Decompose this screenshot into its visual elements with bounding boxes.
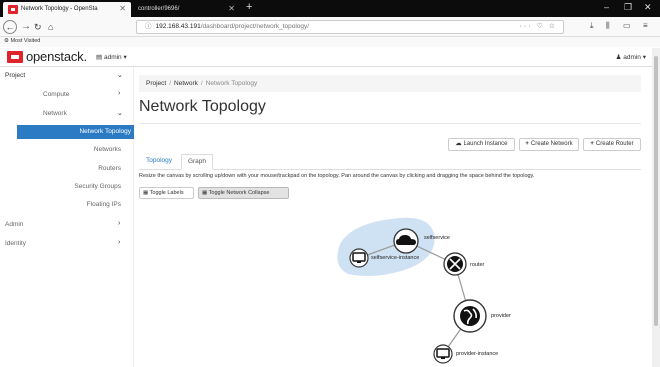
chevron-right-icon[interactable]: › — [118, 90, 120, 97]
browser-tab-active[interactable]: Network Topology - OpenSta ✕ — [3, 2, 131, 17]
toggle-network-collapse-button[interactable]: ▦ Toggle Network Collapse — [198, 187, 289, 199]
page-scrollbar[interactable] — [652, 48, 660, 367]
sidebar-toggle-icon[interactable]: ▭ — [623, 21, 631, 30]
sidebar-item-admin[interactable]: Admin — [5, 221, 23, 228]
back-icon[interactable]: ← — [3, 20, 17, 34]
selfservice-instance-label: selfservice-instance — [371, 255, 420, 261]
browser-tab-bar: Network Topology - OpenSta ✕ controller/… — [0, 0, 660, 17]
browser-tab-inactive[interactable]: controller/9696/ ✕ — [132, 2, 240, 17]
chevron-right-icon[interactable]: › — [118, 220, 120, 227]
forward-icon[interactable]: → — [21, 20, 31, 34]
monitor-stand — [357, 261, 361, 263]
router-node[interactable] — [443, 252, 467, 276]
sidebar: Project ⌄ Compute › Network ⌄ Network To… — [0, 67, 134, 367]
window-close-icon[interactable]: ✕ — [644, 2, 652, 13]
downloads-icon[interactable]: ⤓ — [590, 21, 594, 31]
url-host: 192.168.43.191 — [155, 23, 201, 30]
bookmark-most-visited[interactable]: Most Visited — [10, 38, 40, 44]
openstack-favicon-icon — [8, 5, 18, 14]
breadcrumb-separator: / — [200, 80, 203, 87]
topology-graph[interactable] — [330, 214, 650, 367]
page-actions-icon[interactable]: ··· ♡ ☆ — [520, 21, 557, 33]
breadcrumb-network[interactable]: Network — [174, 80, 198, 87]
create-network-label: Create Network — [530, 141, 573, 147]
menu-icon[interactable]: ≡ — [643, 21, 648, 30]
sidebar-item-identity[interactable]: Identity — [5, 240, 26, 247]
toggle-collapse-label: Toggle Network Collapse — [208, 190, 270, 196]
sidebar-item-floating-ips[interactable]: Floating IPs — [87, 201, 121, 208]
sidebar-item-network-topology[interactable]: Network Topology — [17, 125, 134, 139]
breadcrumb-project[interactable]: Project — [146, 80, 166, 87]
help-text: Resize the canvas by scrolling up/down w… — [139, 173, 535, 179]
plus-icon: + — [525, 141, 529, 147]
sidebar-item-project[interactable]: Project — [5, 72, 25, 79]
launch-instance-button[interactable]: ☁ Launch Instance — [448, 138, 515, 151]
create-router-button[interactable]: + Create Router — [583, 138, 641, 151]
openstack-logo-icon[interactable] — [7, 51, 23, 63]
project-selector[interactable]: ▤ admin ▾ — [96, 53, 127, 61]
maximize-icon[interactable]: ❐ — [624, 2, 632, 13]
reload-icon[interactable]: ↻ — [34, 20, 42, 34]
provider-instance-node[interactable] — [433, 344, 453, 364]
chevron-down-icon[interactable]: ⌄ — [117, 109, 123, 117]
topology-canvas[interactable]: selfservice selfservice-instance router … — [330, 214, 650, 367]
close-tab-icon-2[interactable]: ✕ — [228, 4, 235, 13]
breadcrumb-separator: / — [169, 80, 172, 87]
provider-label: provider — [491, 313, 511, 319]
breadcrumb: Project / Network / Network Topology — [139, 75, 641, 92]
site-info-icon[interactable]: ⓘ — [145, 23, 152, 30]
project-icon: ▤ — [96, 54, 103, 61]
sidebar-item-security-groups[interactable]: Security Groups — [74, 183, 121, 190]
openstack-brand[interactable]: openstack. — [26, 49, 87, 64]
browser-tab-title-2: controller/9696/ — [138, 6, 180, 12]
breadcrumb-current: Network Topology — [205, 80, 258, 87]
url-bar[interactable]: ⓘ 192.168.43.191/dashboard/project/networ… — [136, 20, 564, 34]
selfservice-label: selfservice — [424, 235, 450, 241]
router-label: router — [470, 262, 485, 268]
sidebar-item-network[interactable]: Network — [43, 110, 67, 117]
user-icon: ♟ — [615, 54, 622, 61]
bookmarks-bar: ⚙ Most Visited — [0, 37, 660, 47]
toggle-labels-label: Toggle Labels — [149, 190, 184, 196]
grid-icon: ▦ — [202, 190, 208, 196]
toggle-labels-button[interactable]: ▦ Toggle Labels — [139, 187, 194, 199]
project-selector-label: admin ▾ — [103, 54, 127, 61]
openstack-header: openstack. ▤ admin ▾ ♟ admin ▾ — [0, 48, 652, 67]
selfservice-node[interactable] — [393, 228, 419, 254]
launch-instance-label: Launch Instance — [463, 141, 508, 147]
browser-nav-bar: ← → ↻ ⌂ ⓘ 192.168.43.191/dashboard/projec… — [0, 17, 660, 37]
tab-topology[interactable]: Topology — [146, 157, 172, 164]
chevron-down-icon[interactable]: ⌄ — [117, 71, 123, 79]
grid-icon: ▦ — [143, 190, 149, 196]
plus-icon: + — [590, 141, 594, 147]
browser-tab-title: Network Topology - OpenSta — [21, 6, 98, 12]
new-tab-icon[interactable]: + — [246, 1, 252, 13]
cloud-upload-icon: ☁ — [455, 141, 462, 147]
url-path: /dashboard/project/network_topology/ — [200, 23, 310, 30]
sidebar-item-compute[interactable]: Compute — [43, 91, 69, 98]
sidebar-item-label: Network Topology — [79, 128, 131, 135]
create-network-button[interactable]: + Create Network — [519, 138, 579, 151]
create-router-label: Create Router — [595, 141, 634, 147]
provider-node[interactable] — [453, 299, 487, 333]
tab-graph[interactable]: Graph — [181, 154, 213, 170]
provider-instance-label: provider-instance — [456, 351, 499, 357]
page-title: Network Topology — [139, 98, 266, 115]
user-menu-label: admin ▾ — [623, 54, 646, 61]
sidebar-item-routers[interactable]: Routers — [98, 165, 121, 172]
selfservice-instance-node[interactable] — [349, 248, 369, 268]
user-menu[interactable]: ♟ admin ▾ — [616, 53, 646, 61]
gear-icon: ⚙ — [4, 38, 9, 44]
minimize-icon[interactable]: – — [604, 2, 609, 12]
monitor-stand — [441, 357, 445, 359]
close-tab-icon[interactable]: ✕ — [119, 4, 126, 13]
chevron-right-icon[interactable]: › — [118, 239, 120, 246]
home-icon[interactable]: ⌂ — [48, 20, 53, 34]
divider — [139, 123, 641, 124]
scrollbar-thumb[interactable] — [654, 56, 658, 326]
library-icon[interactable]: ⫼ — [606, 21, 610, 31]
topology-tabs: Topology Graph — [139, 154, 641, 170]
sidebar-item-networks[interactable]: Networks — [94, 146, 121, 153]
